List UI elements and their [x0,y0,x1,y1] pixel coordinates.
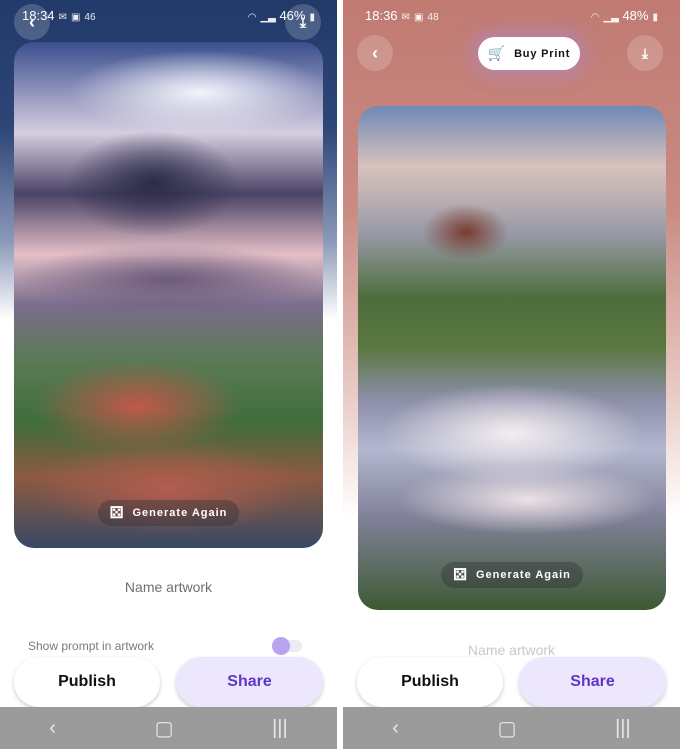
signal-icon: ▁▃ [603,11,619,23]
download-icon: ⤓ [641,44,649,61]
publish-button[interactable]: Publish [14,657,160,707]
toggle-knob [272,637,290,655]
nav-back-icon[interactable]: ‹ [392,717,399,740]
chevron-left-icon: ‹ [29,11,35,32]
show-prompt-toggle[interactable] [272,637,302,655]
name-artwork-field[interactable]: Name artwork [0,579,337,595]
status-bar: 18:34 ✉ ▣ 46 ◠ ▁▃ 46% ▮ [22,7,315,23]
generate-again-button[interactable]: ⚄ Generate Again [97,500,240,526]
notification-badge: 48 [427,11,439,23]
battery-icon: ▮ [652,11,658,23]
share-button[interactable]: Share [176,657,323,707]
screen-left: ⚄ Generate Again 18:34 ✉ ▣ 46 ◠ ▁▃ 46% ▮ ‹ ⤓ N… [0,0,337,749]
screen-right: 18:36 ✉ ▣ 48 ◠ ▁▃ 48% ▮ ‹ 🛒 Buy Print ⤓ ⚄ Gener… [343,0,680,749]
artwork-image: ⚄ Generate Again [358,106,666,610]
nav-back-icon[interactable]: ‹ [49,717,56,740]
back-button[interactable]: ‹ [14,4,50,40]
download-icon: ⤓ [299,13,307,30]
system-nav-bar: ‹ ▢ ||| [0,707,337,749]
dice-icon: ⚄ [453,567,468,584]
download-button[interactable]: ⤓ [627,35,663,71]
nav-home-icon[interactable]: ▢ [498,716,517,741]
nav-recents-icon[interactable]: ||| [615,717,631,740]
signal-icon: ▁▃ [260,11,276,23]
name-artwork-field[interactable]: Name artwork [343,642,680,658]
show-prompt-label: Show prompt in artwork [28,639,155,653]
dice-icon: ⚄ [109,505,125,522]
chevron-left-icon: ‹ [372,42,378,63]
nav-recents-icon[interactable]: ||| [272,717,288,740]
gmail-icon: ✉ [401,11,410,23]
artwork-image: ⚄ Generate Again [14,42,323,548]
nav-home-icon[interactable]: ▢ [155,716,174,741]
publish-button[interactable]: Publish [357,657,503,707]
gallery-icon: ▣ [413,11,424,23]
gmail-icon: ✉ [58,11,67,23]
wifi-icon: ◠ [247,11,257,23]
system-nav-bar: ‹ ▢ ||| [343,707,680,749]
cart-icon: 🛒 [487,45,507,61]
wifi-icon: ◠ [590,11,600,23]
download-button[interactable]: ⤓ [285,4,321,40]
status-bar: 18:36 ✉ ▣ 48 ◠ ▁▃ 48% ▮ [365,7,658,23]
generate-again-button[interactable]: ⚄ Generate Again [441,562,583,588]
buy-print-button[interactable]: 🛒 Buy Print [478,37,580,70]
gallery-icon: ▣ [70,11,81,23]
back-button[interactable]: ‹ [357,35,393,71]
notification-badge: 46 [84,11,96,23]
share-button[interactable]: Share [519,657,666,707]
